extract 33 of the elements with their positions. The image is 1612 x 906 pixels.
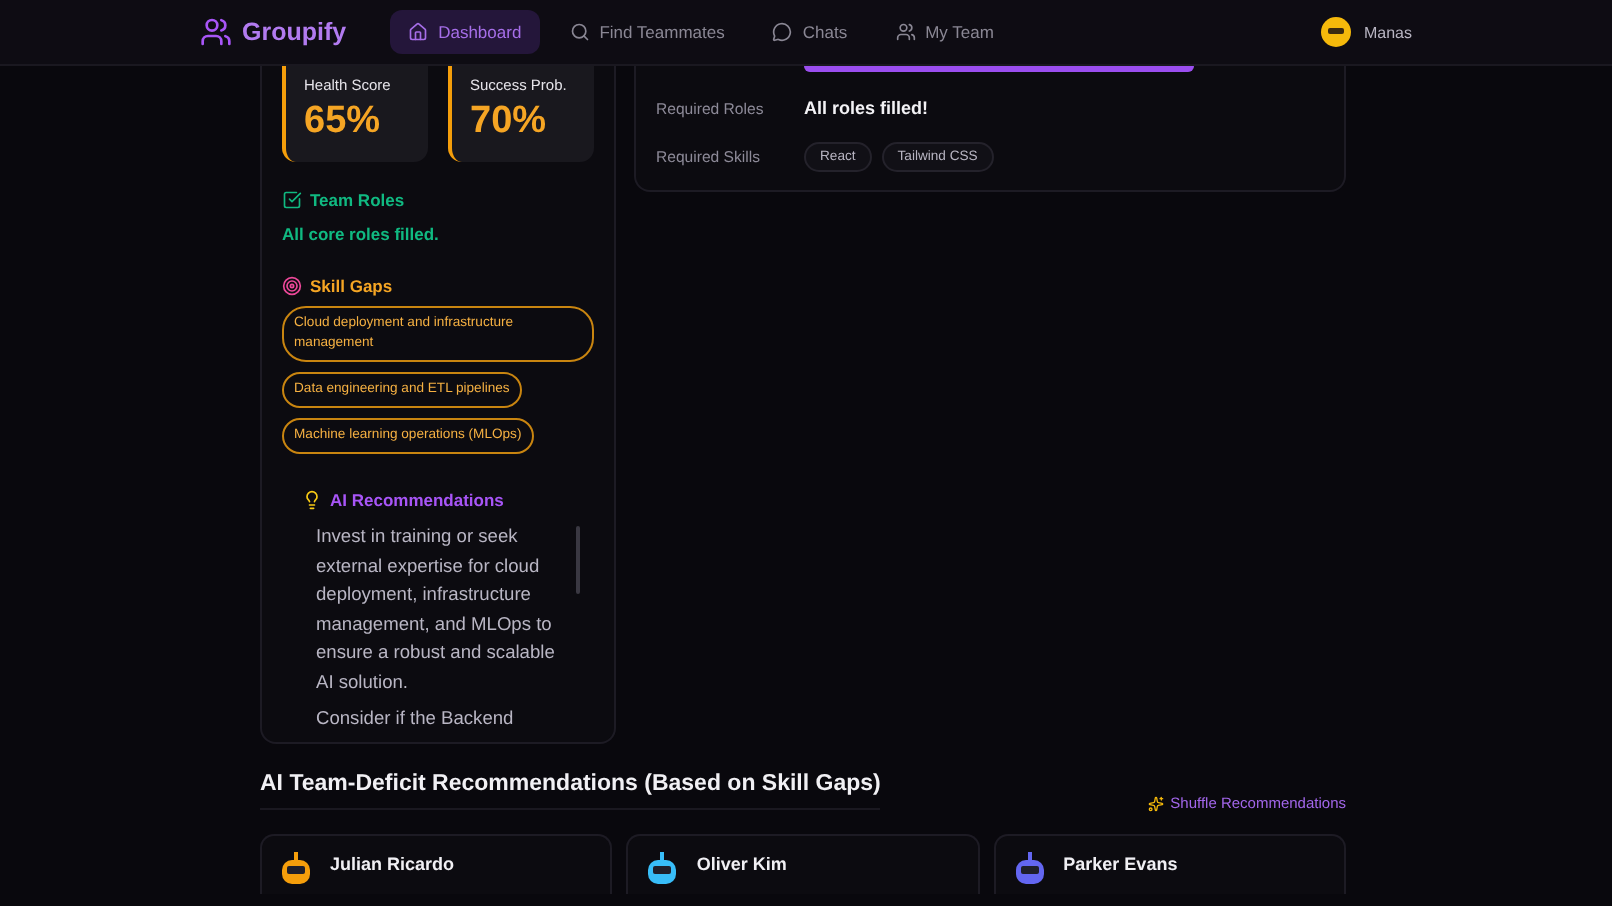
avatar-icon[interactable]	[1319, 16, 1352, 48]
nav-tab[interactable]: Dashboard	[390, 10, 540, 54]
user-name[interactable]: Manas	[1363, 23, 1412, 41]
nav-tab[interactable]: Chats	[754, 10, 866, 54]
brand-name[interactable]: Groupify	[242, 18, 347, 46]
chat-icon	[772, 22, 793, 42]
section-heading: AI Team-Deficit Recommendations (Based on Skill Gaps)	[260, 772, 881, 810]
recommendation-text: Invest in training or seek external expertise for cloud deployment, infrastructure management, and MLOps to ensure a robust and scalable AI solution.	[316, 524, 557, 695]
users-icon	[200, 16, 232, 48]
score-value: 65%	[304, 100, 383, 144]
recommendation-text: Consider if the Backend	[316, 706, 516, 728]
section-title: Team Roles	[310, 190, 405, 210]
robot-icon	[278, 848, 314, 884]
sparkle-icon	[1148, 795, 1165, 811]
nav-tab[interactable]: My Team	[877, 10, 1012, 54]
scrollbar-thumb[interactable]	[576, 526, 580, 594]
checkbox-icon	[282, 190, 302, 210]
section-title: AI Recommendations	[330, 490, 504, 510]
roles-status: All core roles filled.	[282, 224, 441, 244]
users-icon	[895, 22, 916, 42]
robot-icon	[1011, 848, 1048, 884]
score-value: 70%	[470, 100, 549, 144]
person-name: Julian Ricardo	[330, 854, 455, 878]
nav-tab[interactable]: Find Teammates	[551, 10, 743, 54]
search-icon	[569, 22, 590, 42]
target-icon	[282, 276, 302, 296]
home-icon	[408, 22, 429, 42]
person-name: Oliver Kim	[696, 854, 787, 878]
section-title: Skill Gaps	[310, 276, 393, 296]
field-value: All roles filled!	[804, 98, 929, 118]
robot-icon	[644, 848, 681, 884]
lightbulb-icon	[302, 490, 322, 510]
person-name: Parker Evans	[1063, 854, 1178, 878]
